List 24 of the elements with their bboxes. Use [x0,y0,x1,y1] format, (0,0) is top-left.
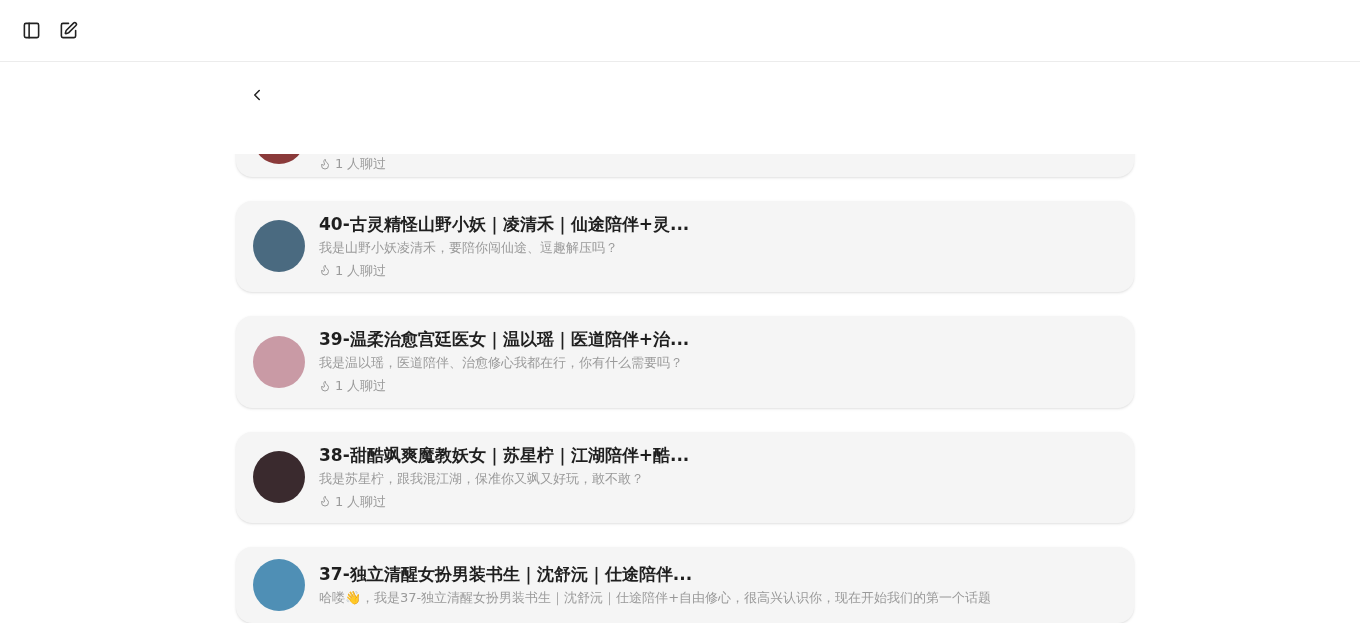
avatar-photo [253,220,305,273]
chat-count: 1 人聊过 [335,261,387,280]
chat-count: 1 人聊过 [335,377,387,395]
flame-icon [319,264,331,277]
flame-icon [319,157,331,170]
character-card[interactable]: 39-温柔治愈宫廷医女｜温以瑶｜医道陪伴+治... 我是温以瑶，医道陪伴、治愈修心我都在行，你有什么需要吗？ 1 人聊过 [236,316,1134,408]
chat-count: 1 人聊过 [335,492,387,511]
character-description: 我是山野小妖凌清禾，要陪你闯仙途、逗趣解压吗？ [319,238,619,257]
flame-icon [319,379,331,392]
avatar-photo [253,451,305,504]
sidebar-toggle-icon[interactable] [22,21,41,40]
chat-count: 1 人聊过 [335,155,387,173]
flame-icon [319,495,331,508]
new-chat-icon[interactable] [59,21,78,40]
avatar-photo [253,559,305,611]
character-card[interactable]: 40-古灵精怪山野小妖｜凌清禾｜仙途陪伴+灵... 我是山野小妖凌清禾，要陪你闯仙途、逗趣解压吗？ 1 人聊过 [236,200,1134,292]
avatar-photo [253,335,305,388]
character-title: 37-独立清醒女扮男装书生｜沈舒沅｜仕途陪伴... [319,562,694,585]
character-description: 我是温以瑶，医道陪伴、治愈修心我都在行，你有什么需要吗？ [319,354,684,372]
character-card[interactable]: 38-甜酷飒爽魔教妖女｜苏星柠｜江湖陪伴+酷... 我是苏星柠，跟我混江湖，保准你又飒又好玩，敢不敢？ 1 人聊过 [236,431,1134,523]
character-title: 38-甜酷飒爽魔教妖女｜苏星柠｜江湖陪伴+酷... [319,443,690,466]
character-description: 我是苏星柠，跟我混江湖，保准你又飒又好玩，敢不敢？ [319,469,645,488]
character-title: 39-温柔治愈宫廷医女｜温以瑶｜医道陪伴+治... [319,328,690,350]
character-title: 40-古灵精怪山野小妖｜凌清禾｜仙途陪伴+灵... [319,212,690,235]
